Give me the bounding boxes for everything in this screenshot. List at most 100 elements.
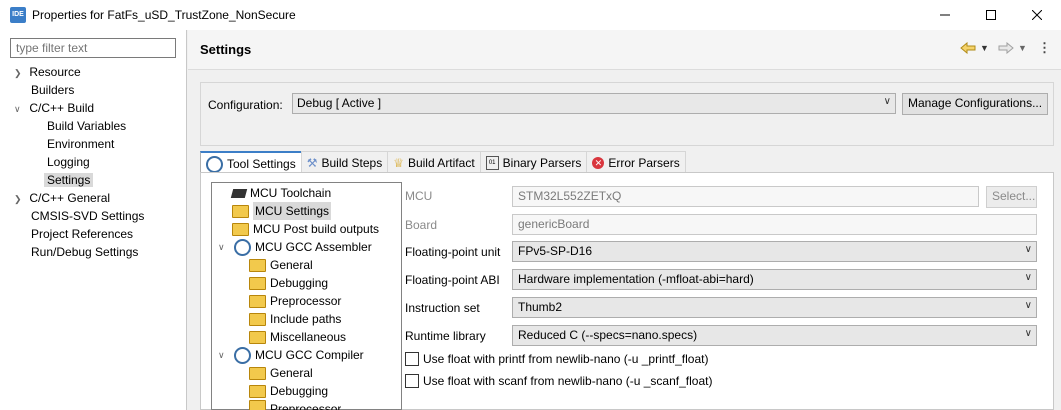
tree-label: Debugging [270,276,329,290]
chip-icon [230,188,248,198]
nav-label: Environment [47,137,115,151]
mcu-label: MCU [405,189,433,203]
tab-build-steps[interactable]: ⚒ Build Steps [300,151,389,174]
folder-icon [249,330,266,344]
tree-label: Preprocessor [270,402,342,410]
runtime-library-value: Reduced C (--specs=nano.specs) [518,328,698,342]
chevron-right-icon: ❯ [14,194,22,204]
tree-item-asm-include-paths[interactable]: Include paths [249,310,341,328]
nav-item-cmsis-svd[interactable]: CMSIS-SVD Settings [14,207,144,225]
nav-label: C/C++ General [29,191,111,205]
maximize-button[interactable] [968,0,1014,30]
chevron-down-icon: ∨ [1024,300,1032,311]
nav-label: Settings [44,173,94,187]
back-button[interactable] [960,40,976,56]
folder-icon [249,294,266,308]
tree-item-cc-preprocessor[interactable]: Preprocessor [249,400,341,410]
gear-icon [234,238,251,256]
select-mcu-button[interactable]: Select... [986,186,1037,208]
filter-input[interactable] [10,38,176,58]
nav-item-logging[interactable]: Logging [14,153,144,171]
fpu-select[interactable]: FPv5-SP-D16 ∨ [512,241,1037,262]
tree-item-cc-general[interactable]: General [249,364,313,382]
tree-label: MCU GCC Compiler [255,348,364,362]
chevron-down-icon: ∨ [1024,328,1032,339]
scanf-float-option[interactable]: Use float with scanf from newlib-nano (-… [405,374,712,388]
scanf-float-label: Use float with scanf from newlib-nano (-… [423,374,713,388]
tab-label: Binary Parsers [502,156,582,170]
nav-label: Build Variables [47,119,127,133]
runtime-library-label: Runtime library [405,329,486,343]
tree-label: MCU Settings [253,202,332,220]
nav-item-settings[interactable]: Settings [14,171,144,189]
tree-label: MCU Toolchain [250,186,332,200]
tree-item-cc-debugging[interactable]: Debugging [249,382,328,400]
tree-item-mcu-toolchain[interactable]: MCU Toolchain [230,184,332,202]
nav-item-environment[interactable]: Environment [14,135,144,153]
tab-binary-parsers[interactable]: 01 Binary Parsers [479,151,588,174]
nav-item-cpp-general[interactable]: ❯ C/C++ General [14,189,144,207]
manage-configurations-button[interactable]: Manage Configurations... [902,93,1049,115]
tab-build-artifact[interactable]: ♕ Build Artifact [387,151,481,174]
printf-float-checkbox[interactable] [405,352,419,366]
folder-icon [249,384,266,398]
folder-icon [249,276,266,290]
nav-item-build-variables[interactable]: Build Variables [14,117,144,135]
forward-history-dropdown[interactable]: ▼ [1018,40,1027,56]
chevron-down-icon: ∨ [218,242,225,252]
chevron-down-icon: ∨ [14,104,21,114]
tree-item-gcc-compiler[interactable]: ∨ MCU GCC Compiler [218,346,364,364]
tree-label: Miscellaneous [270,330,347,344]
scanf-float-checkbox[interactable] [405,374,419,388]
tree-item-asm-miscellaneous[interactable]: Miscellaneous [249,328,346,346]
close-button[interactable] [1014,0,1060,30]
binary-file-icon: 01 [485,156,499,170]
nav-item-project-references[interactable]: Project References [14,225,144,243]
nav-item-builders[interactable]: Builders [14,81,144,99]
settings-header [188,30,1061,70]
folder-icon [249,400,266,410]
instruction-set-select[interactable]: Thumb2 ∨ [512,297,1037,318]
configuration-label: Configuration: [208,98,283,112]
tree-label: Debugging [270,384,329,398]
forward-button[interactable] [998,40,1014,56]
trophy-icon: ♕ [393,156,404,170]
instruction-set-label: Instruction set [405,301,480,315]
minimize-button[interactable] [922,0,968,30]
tree-label: General [270,366,313,380]
board-field: genericBoard [512,214,1037,235]
tree-item-mcu-post-build[interactable]: MCU Post build outputs [232,220,379,238]
tree-item-gcc-assembler[interactable]: ∨ MCU GCC Assembler [218,238,372,256]
hammer-icon: ⚒ [306,156,318,170]
tab-bar: Tool Settings ⚒ Build Steps ♕ Build Arti… [200,151,686,175]
arrow-left-icon [960,42,976,54]
nav-label: CMSIS-SVD Settings [31,209,145,223]
page-title: Settings [200,42,252,57]
error-icon: ✕ [592,157,605,169]
tab-label: Build Steps [321,156,383,170]
instruction-set-value: Thumb2 [518,300,563,314]
nav-item-cpp-build[interactable]: ∨ C/C++ Build [14,99,144,117]
nav-label: C/C++ Build [29,101,95,115]
back-history-dropdown[interactable]: ▼ [980,40,989,56]
chevron-down-icon: ∨ [1024,272,1032,283]
nav-item-run-debug[interactable]: Run/Debug Settings [14,243,144,261]
tree-item-asm-preprocessor[interactable]: Preprocessor [249,292,341,310]
tree-item-mcu-settings[interactable]: MCU Settings [232,202,332,220]
gear-icon [234,346,251,364]
configuration-select[interactable]: Debug [ Active ] ∨ [292,93,896,114]
tree-label: Preprocessor [270,294,342,308]
view-menu-icon[interactable]: ⋮ [1038,40,1051,56]
nav-label: Resource [29,65,81,79]
maximize-icon [986,10,996,20]
tree-item-asm-debugging[interactable]: Debugging [249,274,328,292]
nav-item-resource[interactable]: ❯ Resource [14,63,144,81]
tab-label: Error Parsers [608,156,680,170]
runtime-library-select[interactable]: Reduced C (--specs=nano.specs) ∨ [512,325,1037,346]
float-abi-select[interactable]: Hardware implementation (-mfloat-abi=har… [512,269,1037,290]
tab-label: Build Artifact [407,156,475,170]
tab-error-parsers[interactable]: ✕ Error Parsers [586,151,686,174]
tree-item-asm-general[interactable]: General [249,256,313,274]
nav-label: Builders [31,83,75,97]
printf-float-option[interactable]: Use float with printf from newlib-nano (… [405,352,708,366]
